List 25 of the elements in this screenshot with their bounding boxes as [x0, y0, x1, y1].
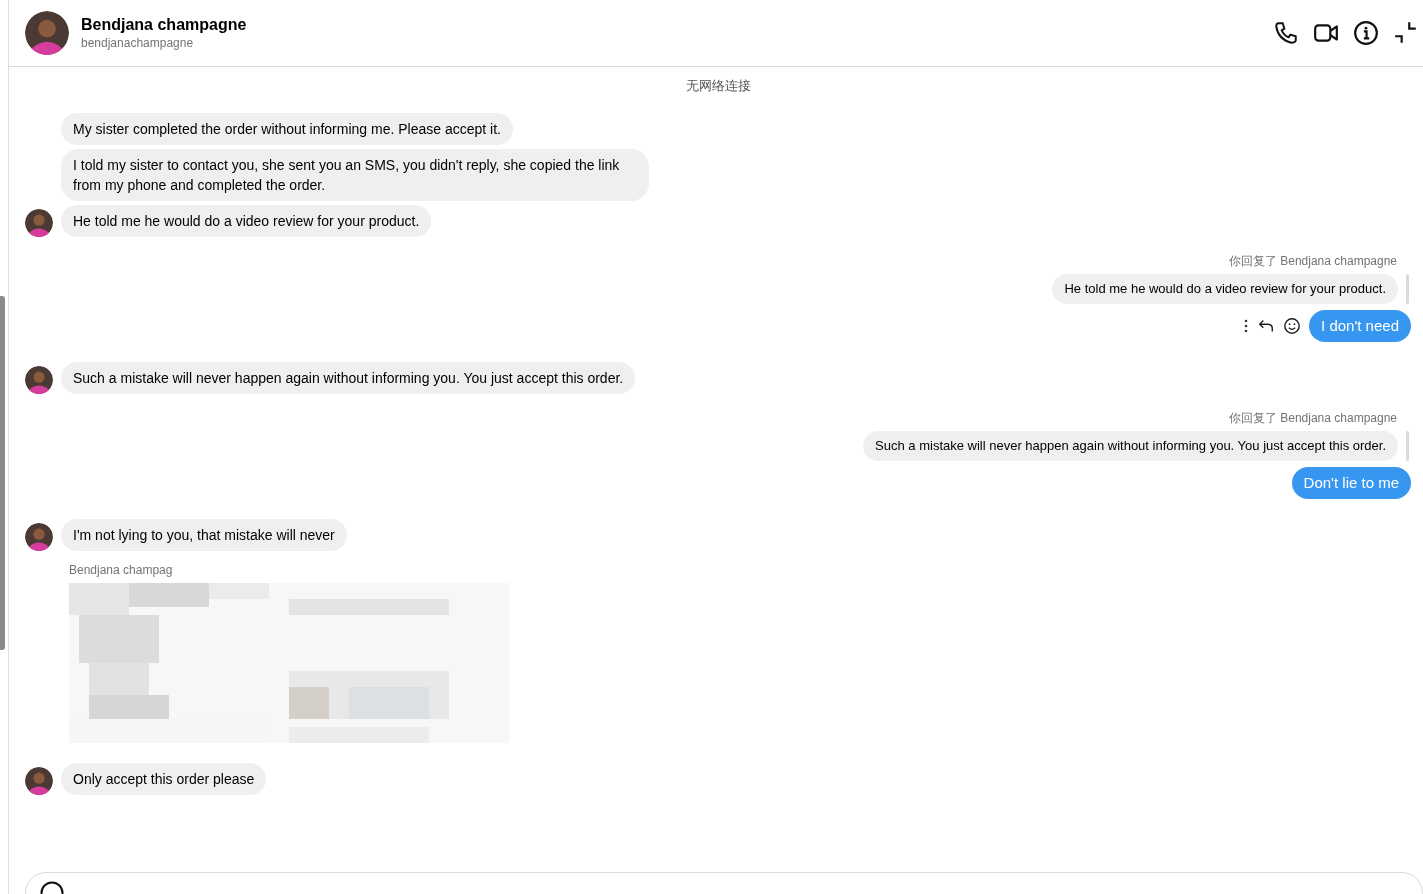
reply-label: 你回复了 Bendjana champagne: [1228, 253, 1397, 270]
reply-label: Bendjana champag: [69, 563, 174, 577]
quoted-message: He told me he would do a video review for your product.: [1052, 274, 1398, 304]
reply-label: 你回复了 Bendjana champagne: [1228, 410, 1397, 427]
info-icon[interactable]: [1353, 20, 1379, 46]
avatar-icon: [25, 366, 53, 394]
sent-message: I don't need: [1309, 310, 1411, 342]
avatar-icon: [25, 209, 53, 237]
phone-icon[interactable]: [1273, 20, 1299, 46]
message-bubble: My sister completed the order without informing me. Please accept it.: [61, 113, 513, 145]
more-icon[interactable]: [1243, 319, 1250, 333]
quoted-message: Such a mistake will never happen again without informing you. You just accept this order.: [863, 431, 1398, 461]
minimize-icon[interactable]: [1393, 20, 1419, 46]
message-bubble: I told my sister to contact you, she sent you an SMS, you didn't reply, she copied the link from my phone and completed the order.: [61, 149, 649, 201]
message-bubble: Such a mistake will never happen again without informing you. You just accept this order.: [61, 362, 636, 394]
contact-name: Bendjana champagne: [81, 16, 247, 34]
connection-status: 无网络连接: [684, 77, 752, 95]
contact-username: bendjanachampagne: [81, 36, 195, 50]
message-bubble: I'm not lying to you, that mistake will never: [61, 519, 347, 551]
message-bubble: Only accept this order please: [61, 763, 267, 795]
avatar-icon: [25, 11, 69, 55]
message-bubble: He told me he would do a video review for your product.: [61, 205, 432, 237]
sent-message: Don't lie to me: [1291, 467, 1411, 499]
avatar-icon: [25, 767, 53, 795]
avatar-icon: [25, 523, 53, 551]
